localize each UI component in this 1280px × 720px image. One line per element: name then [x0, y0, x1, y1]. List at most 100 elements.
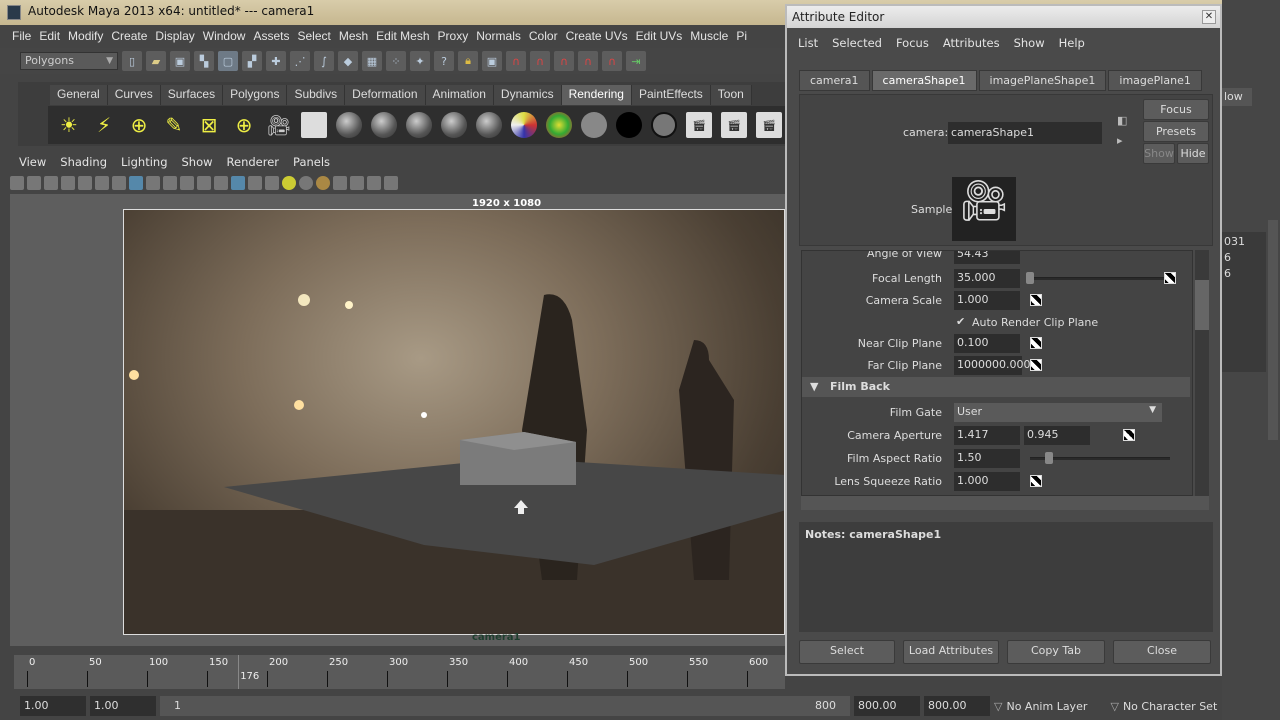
channel-value[interactable]: 6 [1224, 266, 1264, 282]
ae-attributes-scroll[interactable]: Angle of View 54.43 Focal Length 35.000 … [801, 250, 1193, 496]
select-object-icon[interactable]: ▢ [218, 51, 238, 71]
playback-end-field[interactable]: 800.00 [854, 696, 920, 716]
shadows-icon[interactable] [299, 175, 313, 190]
menu-edit-uvs[interactable]: Edit UVs [632, 29, 687, 47]
phonge-shader-icon[interactable] [476, 112, 502, 138]
camera-attributes-icon[interactable] [27, 175, 41, 190]
field-chart-icon[interactable] [163, 175, 177, 190]
help-icon[interactable]: ? [434, 51, 454, 71]
auto-render-clip-checkbox[interactable]: ✔ [956, 315, 965, 328]
camera-aperture-x-field[interactable]: 1.417 [954, 426, 1020, 445]
channel-scrollbar[interactable] [1268, 220, 1278, 440]
point-light-icon[interactable]: ⊕ [126, 112, 152, 138]
ae-menu-selected[interactable]: Selected [825, 36, 889, 50]
spot-light-icon[interactable]: ✎ [161, 112, 187, 138]
lens-squeeze-field[interactable]: 1.000 [954, 472, 1020, 491]
xray-icon[interactable] [367, 175, 381, 190]
menu-color[interactable]: Color [525, 29, 562, 47]
viewport[interactable]: 1920 x 1080 camera1 [10, 194, 785, 646]
area-light-icon[interactable]: ⊠ [196, 112, 222, 138]
map-button-icon[interactable] [1030, 337, 1042, 349]
safe-title-icon[interactable] [197, 175, 211, 190]
safe-action-icon[interactable] [180, 175, 194, 190]
wireframe-on-shaded-icon[interactable] [248, 175, 262, 190]
select-button[interactable]: Select [799, 640, 895, 664]
flow-tab[interactable]: low [1222, 88, 1252, 106]
ipr-render-icon[interactable]: 🎬︎ [721, 112, 747, 138]
focal-length-slider-thumb[interactable] [1026, 272, 1034, 284]
show-button[interactable]: Show [1143, 143, 1175, 164]
shelf-tab-surfaces[interactable]: Surfaces [160, 85, 224, 105]
playback-start-field[interactable]: 1.00 [90, 696, 156, 716]
ae-menu-attributes[interactable]: Attributes [936, 36, 1007, 50]
ramp-shader-icon[interactable] [546, 112, 572, 138]
shelf-tab-general[interactable]: General [50, 85, 108, 105]
tab-imageplaneshape1[interactable]: imagePlaneShape1 [978, 70, 1107, 91]
menu-mesh[interactable]: Mesh [335, 29, 372, 47]
shelf-tab-toon[interactable]: Toon [710, 85, 752, 105]
map-button-icon[interactable] [1030, 475, 1042, 487]
film-back-section-header[interactable]: ▼ Film Back [802, 377, 1190, 397]
bookmarks-icon[interactable] [44, 175, 58, 190]
input-connections-icon[interactable]: ◧ [1117, 114, 1127, 127]
select-hierarchy-icon[interactable]: ▚ [194, 51, 214, 71]
menu-file[interactable]: File [8, 29, 35, 47]
use-background-icon[interactable] [616, 112, 642, 138]
map-button-icon[interactable] [1030, 359, 1042, 371]
xray-joints-icon[interactable] [384, 175, 398, 190]
select-joints-icon[interactable]: ⋰ [290, 51, 310, 71]
gate-mask-icon[interactable] [146, 175, 160, 190]
menu-edit[interactable]: Edit [35, 29, 64, 47]
layered-shader-icon[interactable] [511, 112, 537, 138]
load-attributes-button[interactable]: Load Attributes [903, 640, 999, 664]
menu-assets[interactable]: Assets [249, 29, 293, 47]
focus-button[interactable]: Focus [1143, 99, 1209, 120]
lambert-shader-icon[interactable] [406, 112, 432, 138]
image-plane-icon[interactable] [61, 175, 75, 190]
two-d-pan-icon[interactable] [78, 175, 92, 190]
film-aspect-slider-thumb[interactable] [1045, 452, 1053, 464]
camera-image-plane[interactable] [123, 209, 785, 635]
presets-button[interactable]: Presets [1143, 121, 1209, 142]
character-set-dropdown-icon[interactable]: ▽ [1110, 700, 1118, 713]
node-name-field[interactable]: cameraShape1 [948, 122, 1102, 144]
ae-menu-help[interactable]: Help [1052, 36, 1092, 50]
film-aspect-field[interactable]: 1.50 [954, 449, 1020, 468]
snap-grid-icon[interactable]: ∩ [506, 51, 526, 71]
tab-camerashape1[interactable]: cameraShape1 [871, 70, 977, 91]
anim-layer-dropdown-icon[interactable]: ▽ [994, 700, 1002, 713]
panel-menu-shading[interactable]: Shading [53, 155, 114, 171]
menu-window[interactable]: Window [199, 29, 250, 47]
snap-live-icon[interactable]: ∩ [602, 51, 622, 71]
output-connections-icon[interactable]: ▸ [1117, 134, 1123, 147]
camera-aperture-y-field[interactable]: 0.945 [1024, 426, 1090, 445]
channel-value[interactable]: 031 [1224, 234, 1264, 250]
panel-menu-show[interactable]: Show [175, 155, 220, 171]
hypershade-icon[interactable] [301, 112, 327, 138]
select-curves-icon[interactable]: ∫ [314, 51, 334, 71]
panel-menu-renderer[interactable]: Renderer [220, 155, 287, 171]
anisotropic-shader-icon[interactable] [336, 112, 362, 138]
ae-menu-show[interactable]: Show [1007, 36, 1052, 50]
menu-edit-mesh[interactable]: Edit Mesh [372, 29, 433, 47]
use-all-lights-icon[interactable] [282, 175, 296, 190]
textured-icon[interactable] [265, 175, 279, 190]
scrollbar-thumb[interactable] [1195, 280, 1209, 330]
tab-camera1[interactable]: camera1 [799, 70, 870, 91]
menu-display[interactable]: Display [151, 29, 198, 47]
shelf-tab-polygons[interactable]: Polygons [223, 85, 288, 105]
open-scene-icon[interactable]: ▰ [146, 51, 166, 71]
default-light-icon[interactable] [316, 175, 330, 190]
grid-icon[interactable] [95, 175, 109, 190]
range-slider[interactable]: 1 800 [160, 696, 850, 716]
shading-map-icon[interactable] [651, 112, 677, 138]
shelf-tab-rendering[interactable]: Rendering [561, 85, 632, 105]
resolution-gate-icon[interactable] [129, 175, 143, 190]
select-surfaces-icon[interactable]: ◆ [338, 51, 358, 71]
shelf-tab-dynamics[interactable]: Dynamics [493, 85, 562, 105]
select-component-icon[interactable]: ▞ [242, 51, 262, 71]
menu-create-uvs[interactable]: Create UVs [562, 29, 632, 47]
select-camera-icon[interactable] [333, 175, 347, 190]
input-ops-icon[interactable]: ⇥ [626, 51, 646, 71]
ambient-light-icon[interactable]: ☀ [56, 112, 82, 138]
